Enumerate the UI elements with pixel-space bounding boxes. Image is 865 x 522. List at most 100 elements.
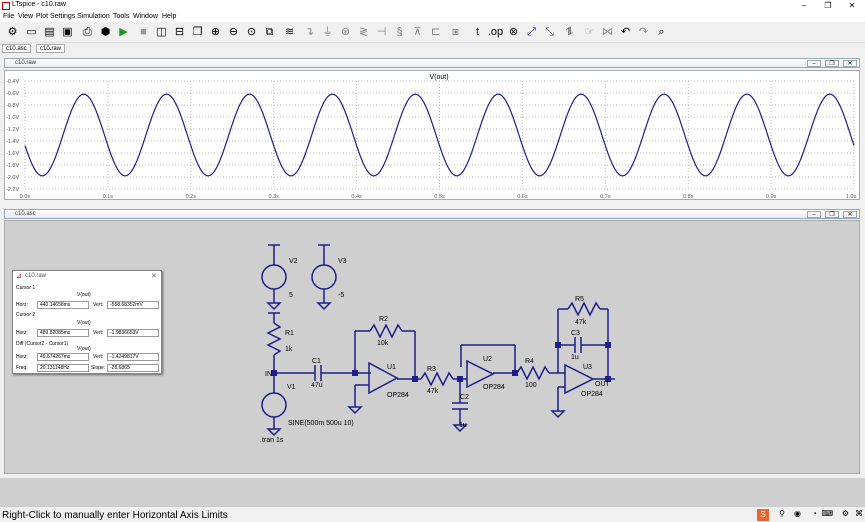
zoom-out-icon[interactable]: ⊖ — [226, 25, 241, 40]
capacitor-icon[interactable]: ⊣ — [374, 25, 389, 40]
v2-label: V2 — [289, 258, 298, 265]
x-tick-label: 0.8s — [683, 194, 694, 200]
maximize-button[interactable]: ❐ — [816, 0, 840, 12]
diff-horz-value[interactable]: 49.674267ms — [37, 353, 89, 361]
waveform-minimize-button[interactable]: – — [807, 60, 821, 67]
schematic-restore-button[interactable]: ❐ — [825, 211, 839, 218]
waveform-chart[interactable]: V(out) -0.4V -0.6V -0.8V -1.0V -1.2V -1.4V -1.… — [5, 71, 861, 201]
tray-mic-icon[interactable]: ◉ — [794, 509, 801, 518]
wire-icon[interactable]: ↴ — [302, 25, 317, 40]
document-tabs: c10.asc c10.raw — [0, 43, 865, 53]
cursor-panel-close-icon[interactable]: ✕ — [151, 272, 157, 280]
tab-c10-asc[interactable]: c10.asc — [2, 44, 31, 53]
cursor1-label: Cursor 1 — [16, 285, 36, 291]
zoom-in-icon[interactable]: ⊕ — [208, 25, 223, 40]
c1-label: C1 — [312, 358, 321, 365]
v1-source-symbol[interactable] — [261, 392, 287, 418]
schematic-close-button[interactable]: ✕ — [843, 211, 857, 218]
ltspice-app-icon — [2, 2, 10, 10]
diode-icon[interactable]: ⊼ — [410, 25, 425, 40]
mirror-icon[interactable]: ⋈ — [600, 25, 615, 40]
tray-language-icon[interactable]: ⌘ — [855, 509, 863, 518]
halt-icon[interactable]: ■ — [136, 25, 151, 40]
v3-source-symbol[interactable] — [311, 264, 337, 290]
out-net-label: OUT — [595, 381, 611, 388]
new-schematic-icon[interactable]: ▭ — [24, 25, 39, 40]
waveform-window-title: c10.raw — [15, 60, 37, 66]
r2-resistor-symbol[interactable] — [369, 323, 403, 339]
close-button[interactable]: ✕ — [840, 0, 864, 12]
component-symbol-icon[interactable]: ⊏ — [428, 25, 443, 40]
u3-value: OP284 — [581, 391, 603, 398]
v2-value: 5 — [289, 292, 293, 299]
minimize-button[interactable]: – — [792, 0, 816, 12]
move-icon[interactable]: ⤢ — [524, 25, 539, 40]
zoom-full-icon[interactable]: ⧉ — [262, 25, 277, 40]
cursor1-horz-value[interactable]: 440.14658ms — [37, 301, 89, 309]
v2-source-symbol[interactable] — [261, 264, 287, 290]
tab-c10-raw[interactable]: c10.raw — [36, 44, 66, 53]
menu-tools[interactable]: Tools — [113, 12, 129, 22]
freq-value[interactable]: 20.131148Hz — [37, 364, 89, 372]
tray-app-icon[interactable]: S — [757, 509, 769, 521]
save-icon[interactable]: ▣ — [60, 25, 75, 40]
delete-icon[interactable]: ⊗ — [506, 25, 521, 40]
resistor-icon[interactable]: ≷ — [356, 25, 371, 40]
waveform-plot-pane[interactable]: V(out) -0.4V -0.6V -0.8V -1.0V -1.2V -1.4V -1.… — [4, 70, 860, 200]
cursor2-vert-value[interactable]: -1.9836653V — [107, 329, 159, 337]
find-icon[interactable]: ⌕ — [654, 25, 669, 40]
gear-icon[interactable]: ⚙ — [5, 25, 20, 40]
y-tick-label: -0.8V — [6, 103, 19, 109]
paste-icon[interactable]: ☞ — [582, 25, 597, 40]
cursor2-horz-value[interactable]: 489.82085ms — [37, 329, 89, 337]
diff-vert-value[interactable]: -1.4249817V — [107, 353, 159, 361]
menu-window[interactable]: Window — [133, 12, 158, 22]
schematic-minimize-button[interactable]: – — [807, 211, 821, 218]
tile-vertical-icon[interactable]: ◫ — [154, 25, 169, 40]
op-directive-icon[interactable]: .op — [488, 25, 503, 40]
tray-keyboard-icon[interactable]: ⌨ — [821, 509, 833, 518]
tile-horizontal-icon[interactable]: ⊟ — [172, 25, 187, 40]
r4-value: 100 — [525, 382, 537, 389]
print-icon[interactable]: ⎙ — [80, 25, 95, 40]
inductor-icon[interactable]: § — [392, 25, 407, 40]
tray-clock-icon[interactable]: ◔ — [812, 509, 817, 518]
autorange-icon[interactable]: ≋ — [282, 25, 297, 40]
label-net-icon[interactable]: ⊛ — [338, 25, 353, 40]
v1-value: SINE(500m 500u 10) — [288, 420, 354, 427]
drag-icon[interactable]: ⤡ — [542, 25, 557, 40]
menu-file[interactable]: File — [3, 12, 14, 22]
r1-resistor-symbol[interactable] — [266, 322, 282, 356]
zoom-fit-icon[interactable]: ⊙ — [244, 25, 259, 40]
trace-label-vout[interactable]: V(out) — [429, 74, 448, 81]
copy-icon[interactable]: ⥮ — [562, 25, 577, 40]
menu-plot-settings[interactable]: Plot Settings — [36, 12, 75, 22]
component-icon[interactable]: ⬢ — [98, 25, 113, 40]
r4-resistor-symbol[interactable] — [516, 365, 550, 381]
tray-settings-icon[interactable]: ⚙ — [842, 509, 849, 518]
r3-resistor-symbol[interactable] — [420, 371, 454, 387]
cursor1-vert-value[interactable]: -558.68352mV — [107, 301, 159, 309]
tran-directive[interactable]: .tran 1s — [260, 437, 284, 444]
menu-view[interactable]: View — [18, 12, 33, 22]
cascade-icon[interactable]: ❐ — [190, 25, 205, 40]
waveform-close-button[interactable]: ✕ — [843, 60, 857, 67]
r5-label: R5 — [575, 296, 584, 303]
tray-network-icon[interactable]: ⚲ — [779, 509, 785, 518]
menu-simulation[interactable]: Simulation — [77, 12, 110, 22]
ground-icon[interactable]: ⏚ — [320, 25, 335, 40]
text-icon[interactable]: t — [470, 25, 485, 40]
cursor-readout-panel[interactable]: c10.raw ⊿ ✕ Cursor 1 V(out) Horz: 440.14… — [12, 270, 162, 374]
in-net-label: IN — [265, 371, 272, 378]
cursor2-label: Cursor 2 — [16, 312, 36, 318]
slope-value[interactable]: -28.6865 — [107, 364, 159, 372]
r3-label: R3 — [427, 366, 436, 373]
undo-icon[interactable]: ↶ — [618, 25, 633, 40]
redo-icon[interactable]: ↷ — [636, 25, 651, 40]
run-icon[interactable]: ▶ — [116, 25, 131, 40]
spice-directive-icon[interactable]: ⧆ — [448, 25, 463, 40]
r5-resistor-symbol[interactable] — [567, 301, 601, 317]
waveform-restore-button[interactable]: ❐ — [825, 60, 839, 67]
menu-help[interactable]: Help — [162, 12, 176, 22]
open-folder-icon[interactable]: ▤ — [42, 25, 57, 40]
